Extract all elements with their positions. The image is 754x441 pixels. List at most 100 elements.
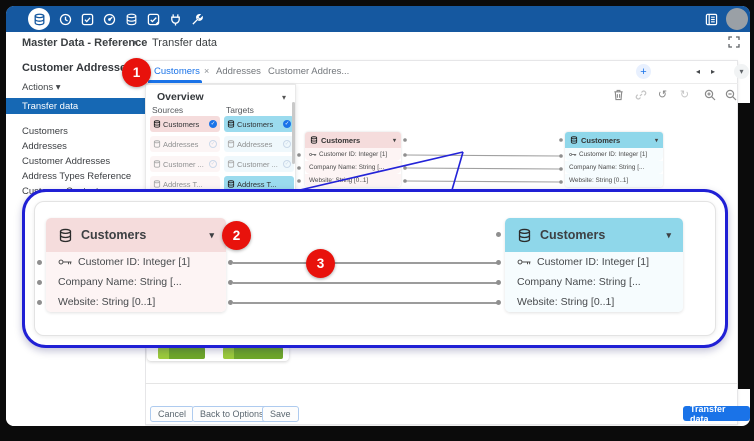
redo-icon[interactable]: ↻ xyxy=(678,88,691,101)
database-icon xyxy=(34,13,44,25)
clock-icon[interactable] xyxy=(58,13,72,27)
tab-menu-button[interactable]: ▾ xyxy=(734,64,749,79)
field-row[interactable]: Customer ID: Integer [1] xyxy=(305,148,401,161)
overview-target-customers[interactable]: Customers ✓ xyxy=(224,116,294,132)
green-node-badge[interactable] xyxy=(158,347,205,359)
plug-icon[interactable] xyxy=(168,13,182,27)
chevron-down-icon[interactable]: ▾ xyxy=(209,230,214,241)
database-icon xyxy=(227,120,235,128)
source-table-small[interactable]: Customers ▾ Customer ID: Integer [1] Com… xyxy=(305,132,401,187)
screenshot-stage: Master Data - Reference ▾ Transfer data … xyxy=(0,0,754,441)
mapping-line[interactable] xyxy=(233,302,497,304)
task-edit-icon[interactable] xyxy=(146,13,160,27)
database-stack-icon[interactable] xyxy=(124,13,138,27)
connector-dot[interactable] xyxy=(228,260,233,265)
page-header: Master Data - Reference ▾ Transfer data xyxy=(6,32,750,56)
check-circle-icon: ✓ xyxy=(209,120,217,128)
source-table-zoomed[interactable]: Customers ▾ Customer ID: Integer [1] Com… xyxy=(46,218,226,312)
database-icon xyxy=(518,228,531,242)
connector-dot[interactable] xyxy=(496,280,501,285)
breadcrumb-section[interactable]: Master Data - Reference xyxy=(22,37,147,49)
entity-title[interactable]: Customer Addresses xyxy=(22,62,132,74)
tab-addresses[interactable]: Addresses xyxy=(216,66,261,77)
active-module-database-icon[interactable] xyxy=(28,8,50,30)
chevron-down-icon[interactable]: ▾ xyxy=(655,137,658,144)
connector-dot[interactable] xyxy=(228,300,233,305)
field-row-website[interactable]: Website: String [0..1] xyxy=(505,292,683,312)
target-table-small[interactable]: Customers ▾ Customer ID: Integer [1] Com… xyxy=(565,132,663,187)
field-row-company-name[interactable]: Company Name: String [... xyxy=(46,272,226,292)
chevron-down-icon[interactable]: ▾ xyxy=(393,137,396,144)
close-icon[interactable]: × xyxy=(204,66,209,76)
add-tab-button[interactable]: + xyxy=(636,64,651,79)
targets-label: Targets xyxy=(226,105,254,115)
save-button[interactable]: Save xyxy=(262,406,299,422)
user-avatar[interactable] xyxy=(726,8,748,30)
field-row[interactable]: Website: String [0..1] xyxy=(305,174,401,187)
wrench-icon[interactable] xyxy=(190,13,204,27)
fullscreen-icon[interactable] xyxy=(728,36,741,49)
zoom-out-icon[interactable] xyxy=(724,88,737,101)
cancel-button[interactable]: Cancel xyxy=(150,406,195,422)
check-square-icon[interactable] xyxy=(80,13,94,27)
database-icon xyxy=(153,120,161,128)
connector-dot[interactable] xyxy=(496,232,501,237)
overview-scrollbar[interactable] xyxy=(292,102,295,164)
field-row-customer-id[interactable]: Customer ID: Integer [1] xyxy=(505,252,683,272)
overview-target-addresses[interactable]: Addresses ✓ xyxy=(224,136,294,152)
tab-customer-addresses[interactable]: Customer Addres... xyxy=(268,66,349,77)
step-badge-1: 1 xyxy=(122,58,151,87)
mapping-line[interactable] xyxy=(233,262,497,264)
connector-dot[interactable] xyxy=(37,260,42,265)
overview-source-addresses[interactable]: Addresses ✓ xyxy=(150,136,220,152)
gauge-icon[interactable] xyxy=(102,13,116,27)
sidebar-item-addresses[interactable]: Addresses xyxy=(22,141,67,152)
panel-list-icon[interactable] xyxy=(704,13,718,27)
overview-target-customer-addresses[interactable]: Customer ... ✓ xyxy=(224,156,294,172)
field-row-website[interactable]: Website: String [0..1] xyxy=(46,292,226,312)
key-icon xyxy=(58,259,72,265)
collapse-caret-icon[interactable]: ▾ xyxy=(282,93,286,102)
green-node-badge[interactable] xyxy=(223,347,283,359)
field-row-company-name[interactable]: Company Name: String [... xyxy=(505,272,683,292)
field-row[interactable]: Customer ID: Integer [1] xyxy=(565,148,663,161)
sidebar-item-customer-addresses[interactable]: Customer Addresses xyxy=(22,156,110,167)
check-circle-icon: ✓ xyxy=(209,160,217,168)
key-icon xyxy=(309,153,317,156)
next-tab-icon[interactable]: ▸ xyxy=(711,67,715,76)
overview-source-customer-addresses[interactable]: Customer ... ✓ xyxy=(150,156,220,172)
field-row[interactable]: Company Name: String [... xyxy=(305,161,401,174)
connector-dot[interactable] xyxy=(496,260,501,265)
check-circle-icon: ✓ xyxy=(209,140,217,148)
tab-customers[interactable]: Customers × xyxy=(154,66,209,77)
connector-dot[interactable] xyxy=(228,280,233,285)
sidebar-item-customers[interactable]: Customers xyxy=(22,126,68,137)
chevron-down-icon[interactable]: ▾ xyxy=(133,38,137,47)
overview-source-customers[interactable]: Customers ✓ xyxy=(150,116,220,132)
field-row[interactable]: Website: String [0..1] xyxy=(565,174,663,187)
field-row-customer-id[interactable]: Customer ID: Integer [1] xyxy=(46,252,226,272)
field-row[interactable]: Company Name: String [... xyxy=(565,161,663,174)
link-icon[interactable] xyxy=(634,88,647,101)
connector-dot[interactable] xyxy=(496,300,501,305)
connector-dot[interactable] xyxy=(37,300,42,305)
chevron-down-icon[interactable]: ▾ xyxy=(666,230,671,241)
table-title: Customers xyxy=(540,228,606,242)
target-table-zoomed[interactable]: Customers ▾ Customer ID: Integer [1] Com… xyxy=(505,218,683,312)
delete-icon[interactable] xyxy=(612,88,625,101)
zoom-in-icon[interactable] xyxy=(703,88,716,101)
back-to-options-button[interactable]: Back to Options xyxy=(192,406,272,422)
prev-tab-icon[interactable]: ◂ xyxy=(696,67,700,76)
footer-divider xyxy=(145,383,738,384)
transfer-data-button[interactable]: Transfer data xyxy=(683,404,750,424)
mapping-line[interactable] xyxy=(233,282,497,284)
connector-dot[interactable] xyxy=(37,280,42,285)
sidebar-item-transfer-data[interactable]: Transfer data xyxy=(6,98,145,114)
sidebar-item-address-types-reference[interactable]: Address Types Reference xyxy=(22,171,131,182)
top-navigation-bar xyxy=(6,6,750,32)
overview-panel: Overview ▾ Sources Targets Customers ✓ Ad… xyxy=(145,84,296,200)
database-icon xyxy=(153,140,161,148)
database-icon xyxy=(227,160,235,168)
undo-icon[interactable]: ↺ xyxy=(656,88,669,101)
actions-dropdown[interactable]: Actions ▾ xyxy=(22,82,61,93)
